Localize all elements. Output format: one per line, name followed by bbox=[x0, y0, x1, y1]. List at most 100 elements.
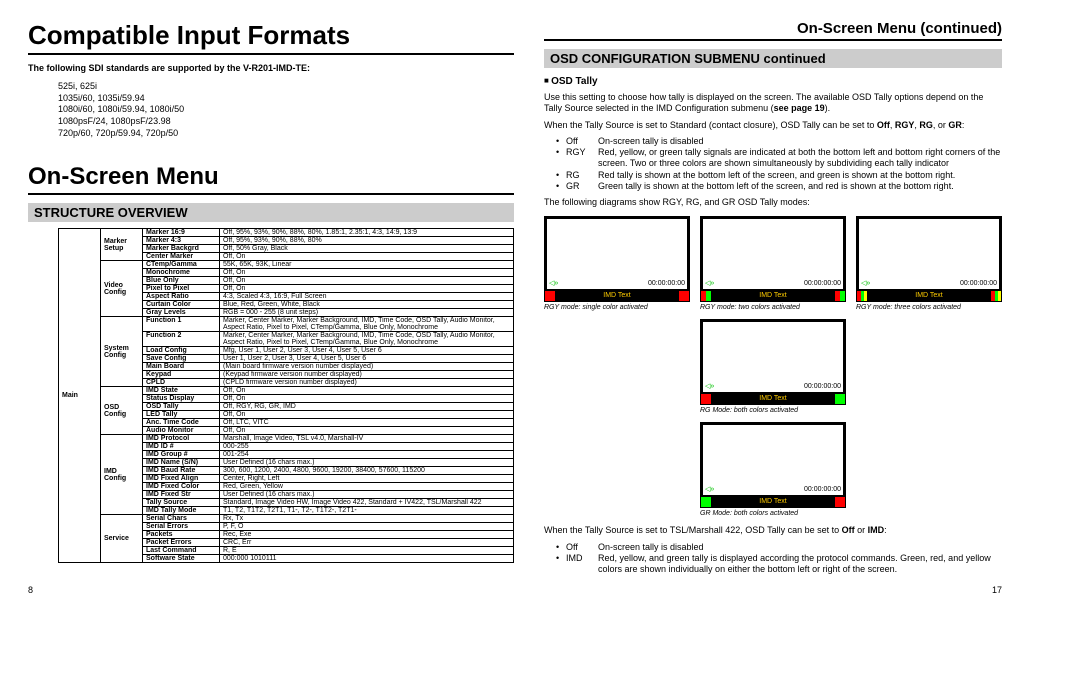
speaker-icon: ◁» bbox=[705, 382, 714, 390]
diagram-row-2: ◁» 00:00:00:00 IMD Text RG Mode: both co… bbox=[700, 319, 1002, 414]
param-cell: IMD ID # bbox=[143, 443, 220, 451]
value-cell: 001-254 bbox=[220, 451, 514, 459]
value-cell: Rx, Tx bbox=[220, 515, 514, 523]
category-cell: VideoConfig bbox=[101, 261, 143, 317]
menu-structure-table: MainMarkerSetupMarker 16:9Off, 95%, 93%,… bbox=[58, 228, 514, 563]
value-cell: T1, T2, T1T2, T2T1, T1-, T2-, T1T2-, T2T… bbox=[220, 507, 514, 515]
options-list-2: • Off On-screen tally is disabled • IMD … bbox=[556, 542, 1002, 576]
option-row: • Off On-screen tally is disabled bbox=[556, 136, 1002, 147]
value-cell: Off, On bbox=[220, 395, 514, 403]
speaker-icon: ◁» bbox=[705, 279, 714, 287]
value-cell: User 1, User 2, User 3, User 4, User 5, … bbox=[220, 355, 514, 363]
diagram-rgy-2: ◁» 00:00:00:00 IMD Text RGY mode: two co… bbox=[700, 216, 846, 311]
value-cell: 300, 600, 1200, 2400, 4800, 9600, 19200,… bbox=[220, 467, 514, 475]
heading-structure: STRUCTURE OVERVIEW bbox=[28, 203, 514, 222]
timecode: 00:00:00:00 bbox=[804, 280, 841, 287]
param-cell: Serial Chars bbox=[143, 515, 220, 523]
value-cell: Off, 50% Gray, Black bbox=[220, 245, 514, 253]
diagram-row-1: ◁» 00:00:00:00 IMD Text RGY mode: single… bbox=[544, 216, 1002, 311]
param-cell: Marker 16:9 bbox=[143, 229, 220, 237]
param-cell: Marker 4:3 bbox=[143, 237, 220, 245]
table-row: IMDConfigIMD ProtocolMarshall, Image Vid… bbox=[59, 435, 514, 443]
format-line: 1080i/60, 1080i/59.94, 1080i/50 bbox=[58, 104, 514, 116]
value-cell: Off, On bbox=[220, 387, 514, 395]
param-cell: Serial Errors bbox=[143, 523, 220, 531]
param-cell: IMD Baud Rate bbox=[143, 467, 220, 475]
option-row: • Off On-screen tally is disabled bbox=[556, 542, 1002, 553]
value-cell: Marker, Center Marker, Marker Background… bbox=[220, 317, 514, 332]
value-cell: Off, On bbox=[220, 253, 514, 261]
param-cell: IMD Protocol bbox=[143, 435, 220, 443]
heading-osd-config: OSD CONFIGURATION SUBMENU continued bbox=[544, 49, 1002, 68]
value-cell: 000-255 bbox=[220, 443, 514, 451]
category-cell: MarkerSetup bbox=[101, 229, 143, 261]
param-cell: Pixel to Pixel bbox=[143, 285, 220, 293]
value-cell: (Keypad firmware version number displaye… bbox=[220, 371, 514, 379]
param-cell: IMD Fixed Str bbox=[143, 491, 220, 499]
value-cell: Off, 95%, 93%, 90%, 88%, 80%, 1.85:1, 2.… bbox=[220, 229, 514, 237]
value-cell: Off, On bbox=[220, 269, 514, 277]
param-cell: Gray Levels bbox=[143, 309, 220, 317]
value-cell: User Defined (16 chars max.) bbox=[220, 491, 514, 499]
timecode: 00:00:00:00 bbox=[804, 486, 841, 493]
value-cell: RGB = 000 - 255 (8 unit steps) bbox=[220, 309, 514, 317]
value-cell: Red, Green, Yellow bbox=[220, 483, 514, 491]
param-cell: Load Config bbox=[143, 347, 220, 355]
diagram-row-3: ◁» 00:00:00:00 IMD Text GR Mode: both co… bbox=[700, 422, 1002, 517]
param-cell: Main Board bbox=[143, 363, 220, 371]
value-cell: Center, Right, Left bbox=[220, 475, 514, 483]
value-cell: Standard, Image Video HW, Image Video 42… bbox=[220, 499, 514, 507]
param-cell: IMD Fixed Align bbox=[143, 475, 220, 483]
value-cell: Mfg, User 1, User 2, User 3, User 4, Use… bbox=[220, 347, 514, 355]
paragraph-1: Use this setting to choose how tally is … bbox=[544, 92, 1002, 115]
diagram-gr: ◁» 00:00:00:00 IMD Text GR Mode: both co… bbox=[700, 422, 846, 517]
value-cell: Off, On bbox=[220, 285, 514, 293]
value-cell: Rec, Exe bbox=[220, 531, 514, 539]
table-row: SystemConfigFunction 1Marker, Center Mar… bbox=[59, 317, 514, 332]
category-cell: SystemConfig bbox=[101, 317, 143, 387]
option-row: • IMD Red, yellow, and green tally is di… bbox=[556, 553, 1002, 576]
value-cell: 55K, 65K, 93K, Linear bbox=[220, 261, 514, 269]
value-cell: Blue, Red, Green, White, Black bbox=[220, 301, 514, 309]
param-cell: IMD Tally Mode bbox=[143, 507, 220, 515]
value-cell: Off, On bbox=[220, 411, 514, 419]
speaker-icon: ◁» bbox=[861, 279, 870, 287]
value-cell: R, E bbox=[220, 547, 514, 555]
option-row: • RG Red tally is shown at the bottom le… bbox=[556, 170, 1002, 181]
category-cell: IMDConfig bbox=[101, 435, 143, 515]
param-cell: Curtain Color bbox=[143, 301, 220, 309]
main-cell: Main bbox=[59, 229, 101, 563]
value-cell: Off, RGY, RG, GR, IMD bbox=[220, 403, 514, 411]
format-list: 525i, 625i1035i/60, 1035i/59.941080i/60,… bbox=[58, 81, 514, 139]
page-number: 8 bbox=[28, 585, 33, 595]
param-cell: Software State bbox=[143, 555, 220, 563]
subhead-osd-tally: OSD Tally bbox=[544, 76, 1002, 87]
format-line: 1080psF/24, 1080psF/23.98 bbox=[58, 116, 514, 128]
param-cell: CPLD bbox=[143, 379, 220, 387]
intro-text: The following SDI standards are supporte… bbox=[28, 63, 514, 73]
value-cell: P, F, O bbox=[220, 523, 514, 531]
format-line: 1035i/60, 1035i/59.94 bbox=[58, 93, 514, 105]
timecode: 00:00:00:00 bbox=[648, 280, 685, 287]
diagram-rg: ◁» 00:00:00:00 IMD Text RG Mode: both co… bbox=[700, 319, 846, 414]
timecode: 00:00:00:00 bbox=[960, 280, 997, 287]
param-cell: IMD Name (S/N) bbox=[143, 459, 220, 467]
value-cell: CRC, Err bbox=[220, 539, 514, 547]
param-cell: Last Command bbox=[143, 547, 220, 555]
value-cell: Marshall, Image Video, TSL v4.0, Marshal… bbox=[220, 435, 514, 443]
format-line: 525i, 625i bbox=[58, 81, 514, 93]
page-number: 17 bbox=[992, 585, 1002, 595]
diagram-rgy-1: ◁» 00:00:00:00 IMD Text RGY mode: single… bbox=[544, 216, 690, 311]
param-cell: Tally Source bbox=[143, 499, 220, 507]
table-row: MainMarkerSetupMarker 16:9Off, 95%, 93%,… bbox=[59, 229, 514, 237]
param-cell: Function 1 bbox=[143, 317, 220, 332]
speaker-icon: ◁» bbox=[549, 279, 558, 287]
paragraph-4: When the Tally Source is set to TSL/Mars… bbox=[544, 525, 1002, 536]
paragraph-3: The following diagrams show RGY, RG, and… bbox=[544, 197, 1002, 208]
value-cell: Marker, Center Marker, Marker Background… bbox=[220, 332, 514, 347]
param-cell: IMD Fixed Color bbox=[143, 483, 220, 491]
diagram-rgy-3: ◁» 00:00:00:00 IMD Text RGY mode: three … bbox=[856, 216, 1002, 311]
param-cell: Aspect Ratio bbox=[143, 293, 220, 301]
heading-compatible: Compatible Input Formats bbox=[28, 20, 514, 55]
heading-onscreen: On-Screen Menu bbox=[28, 163, 514, 195]
